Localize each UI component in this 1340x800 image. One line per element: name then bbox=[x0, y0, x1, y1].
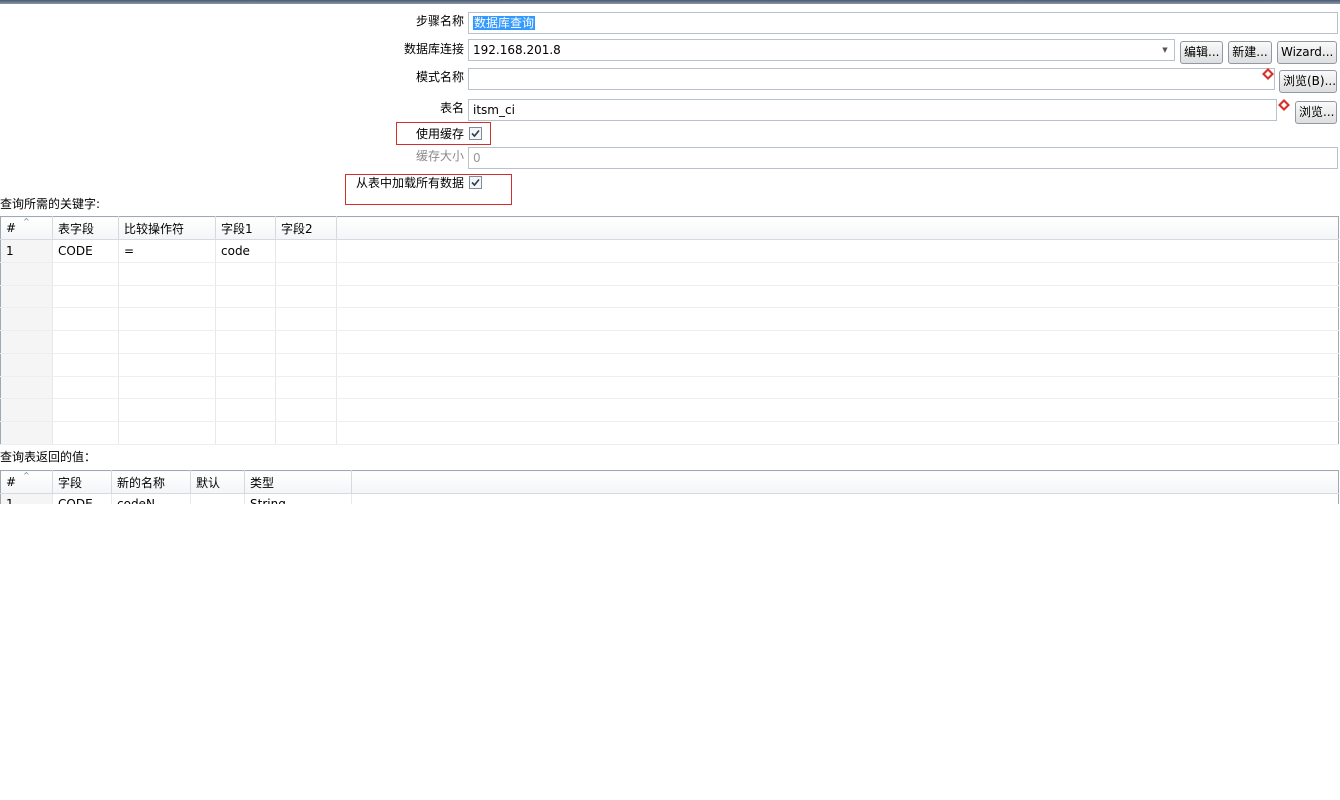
table-row[interactable]: 1 CODE = code bbox=[0, 239, 1339, 263]
cell-default[interactable] bbox=[190, 493, 245, 504]
return-values-label: 查询表返回的值： bbox=[0, 450, 97, 464]
cell-filler bbox=[351, 493, 1339, 504]
sort-ascending-icon: ^ bbox=[23, 471, 30, 480]
return-values-table-viewport: # ^ 字段 新的名称 默认 类型 1 CODE codeN String bbox=[0, 470, 1340, 504]
empty-row bbox=[0, 398, 1339, 423]
empty-row bbox=[0, 421, 1339, 445]
column-header-new-name[interactable]: 新的名称 bbox=[111, 470, 191, 494]
checkmark-icon bbox=[471, 178, 480, 187]
schema-input[interactable] bbox=[468, 68, 1275, 90]
column-header-filler bbox=[351, 470, 1339, 494]
cache-size-label: 缓存大小 bbox=[415, 149, 464, 163]
checkmark-icon bbox=[471, 129, 480, 138]
schema-label: 模式名称 bbox=[415, 70, 464, 84]
cell-field1[interactable]: code bbox=[215, 239, 276, 263]
browse-table-button[interactable]: 浏览... bbox=[1295, 101, 1337, 124]
column-header-field1[interactable]: 字段1 bbox=[215, 216, 276, 240]
chevron-down-icon[interactable]: ▼ bbox=[1157, 41, 1173, 59]
empty-row bbox=[0, 376, 1339, 400]
cache-size-value: 0 bbox=[473, 151, 481, 165]
empty-row bbox=[0, 330, 1339, 354]
table-header-row: # ^ 表字段 比较操作符 字段1 字段2 bbox=[0, 216, 1339, 240]
table-name-input[interactable]: itsm_ci bbox=[468, 99, 1277, 121]
load-all-label: 从表中加载所有数据 bbox=[355, 176, 464, 190]
empty-row bbox=[0, 307, 1339, 332]
cell-rownum: 1 bbox=[0, 493, 53, 504]
cell-new-name[interactable]: codeN bbox=[111, 493, 191, 504]
column-header-field2[interactable]: 字段2 bbox=[275, 216, 337, 240]
lookup-keys-table[interactable]: # ^ 表字段 比较操作符 字段1 字段2 1 CODE = code bbox=[0, 216, 1339, 445]
connection-select[interactable]: 192.168.201.8 ▼ bbox=[468, 39, 1175, 61]
column-header-field[interactable]: 字段 bbox=[52, 470, 112, 494]
connection-value: 192.168.201.8 bbox=[473, 43, 561, 57]
cell-field2[interactable] bbox=[275, 239, 337, 263]
load-all-checkbox[interactable] bbox=[469, 176, 482, 189]
sort-ascending-icon: ^ bbox=[23, 217, 30, 226]
empty-row bbox=[0, 285, 1339, 309]
connection-label: 数据库连接 bbox=[403, 42, 464, 56]
cell-type[interactable]: String bbox=[244, 493, 352, 504]
empty-row bbox=[0, 353, 1339, 377]
step-name-label: 步骤名称 bbox=[415, 14, 464, 28]
column-header-default[interactable]: 默认 bbox=[190, 470, 245, 494]
cache-size-input[interactable]: 0 bbox=[468, 147, 1338, 169]
lookup-keys-label: 查询所需的关键字: bbox=[0, 197, 101, 211]
column-header-table-field[interactable]: 表字段 bbox=[52, 216, 119, 240]
use-cache-checkbox[interactable] bbox=[469, 127, 482, 140]
browse-schema-button[interactable]: 浏览(B)... bbox=[1279, 70, 1337, 93]
cell-rownum: 1 bbox=[0, 239, 53, 263]
column-header-rownum[interactable]: # ^ bbox=[0, 470, 53, 494]
use-cache-label: 使用缓存 bbox=[415, 127, 464, 141]
table-name-label: 表名 bbox=[439, 101, 464, 115]
table-name-value: itsm_ci bbox=[473, 103, 515, 117]
required-field-icon bbox=[1278, 99, 1290, 111]
empty-row bbox=[0, 262, 1339, 286]
cell-comparator[interactable]: = bbox=[118, 239, 216, 263]
return-values-table[interactable]: # ^ 字段 新的名称 默认 类型 1 CODE codeN String bbox=[0, 470, 1339, 504]
step-name-value: 数据库查询 bbox=[473, 16, 536, 30]
column-header-filler bbox=[336, 216, 1339, 240]
new-connection-button[interactable]: 新建... bbox=[1228, 41, 1272, 64]
required-field-icon bbox=[1262, 68, 1274, 80]
table-header-row: # ^ 字段 新的名称 默认 类型 bbox=[0, 470, 1339, 494]
edit-connection-button[interactable]: 编辑... bbox=[1180, 41, 1223, 64]
cell-filler bbox=[336, 239, 1339, 263]
step-name-input[interactable]: 数据库查询 bbox=[468, 12, 1338, 34]
column-header-type[interactable]: 类型 bbox=[244, 470, 352, 494]
cell-table-field[interactable]: CODE bbox=[52, 239, 119, 263]
column-header-rownum[interactable]: # ^ bbox=[0, 216, 53, 240]
column-header-comparator[interactable]: 比较操作符 bbox=[118, 216, 216, 240]
wizard-button[interactable]: Wizard... bbox=[1277, 41, 1337, 64]
cell-field[interactable]: CODE bbox=[52, 493, 112, 504]
table-row[interactable]: 1 CODE codeN String bbox=[0, 493, 1339, 504]
window-top-edge bbox=[0, 0, 1340, 4]
